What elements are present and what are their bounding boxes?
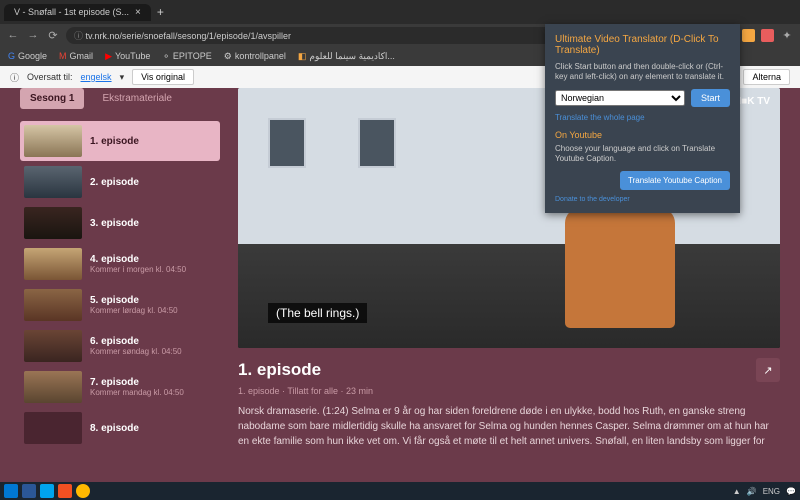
bookmark-arabic[interactable]: ◧اكاديمية سينما للعلوم...	[298, 51, 395, 62]
close-icon[interactable]: ×	[135, 7, 141, 18]
bookmark-gmail[interactable]: MGmail	[59, 51, 93, 61]
episode-title: 1. episode	[90, 136, 216, 147]
episode-item[interactable]: 8. episode	[20, 408, 220, 448]
episode-item[interactable]: 2. episode	[20, 162, 220, 202]
episode-title: 2. episode	[90, 177, 216, 188]
episode-description: Norsk dramaserie. (1:24) Selma er 9 år o…	[238, 404, 780, 449]
browser-tab-strip: V - Snøfall - 1st episode (S... × +	[0, 0, 800, 24]
back-icon[interactable]: ←	[6, 29, 20, 41]
translate-page-link[interactable]: Translate the whole page	[555, 113, 730, 122]
episode-subtitle: Kommer lørdag kl. 04:50	[90, 306, 216, 315]
taskbar-app-icon[interactable]	[22, 484, 36, 498]
translate-youtube-button[interactable]: Translate Youtube Caption	[620, 171, 730, 190]
tab-title: V - Snøfall - 1st episode (S...	[14, 7, 129, 17]
taskbar-app-icon[interactable]	[40, 484, 54, 498]
episode-thumbnail	[24, 289, 82, 321]
video-caption: (The bell rings.)	[268, 303, 367, 323]
language-select[interactable]: Norwegian	[555, 90, 685, 106]
translate-icon: ⓘ	[10, 71, 19, 84]
episode-title: 5. episode	[90, 295, 216, 306]
extension-instruction: Click Start button and then double-click…	[555, 62, 730, 83]
chrome-icon[interactable]	[76, 484, 90, 498]
episode-thumbnail	[24, 248, 82, 280]
episode-item[interactable]: 6. episodeKommer søndag kl. 04:50	[20, 326, 220, 366]
episode-list: 1. episode 2. episode 3. episode 4. epis…	[20, 121, 220, 448]
dropdown-icon[interactable]: ▾	[120, 72, 125, 83]
reload-icon[interactable]: ⟳	[46, 29, 60, 42]
youtube-heading: On Youtube	[555, 130, 730, 140]
notification-icon[interactable]: 💬	[786, 487, 796, 496]
bookmark-kontrollpanel[interactable]: ⚙kontrollpanel	[224, 51, 286, 62]
episode-item[interactable]: 7. episodeKommer mandag kl. 04:50	[20, 367, 220, 407]
episode-subtitle: Kommer mandag kl. 04:50	[90, 388, 216, 397]
extension-icon[interactable]	[761, 29, 774, 42]
episode-item[interactable]: 3. episode	[20, 203, 220, 243]
episode-title: 3. episode	[90, 218, 216, 229]
episode-title: 8. episode	[90, 423, 216, 434]
extension-title: Ultimate Video Translator (D-Click To Tr…	[555, 34, 730, 56]
language-indicator[interactable]: ENG	[763, 487, 780, 496]
tab-season[interactable]: Sesong 1	[20, 88, 84, 109]
episode-subtitle: Kommer søndag kl. 04:50	[90, 347, 216, 356]
episode-title: 4. episode	[90, 254, 216, 265]
episode-subtitle: Kommer i morgen kl. 04:50	[90, 265, 216, 274]
episode-title: 6. episode	[90, 336, 216, 347]
browser-tab[interactable]: V - Snøfall - 1st episode (S... ×	[4, 4, 151, 21]
episode-thumbnail	[24, 371, 82, 403]
taskbar-app-icon[interactable]	[58, 484, 72, 498]
episode-thumbnail	[24, 166, 82, 198]
new-tab-icon[interactable]: +	[157, 5, 164, 19]
start-icon[interactable]	[4, 484, 18, 498]
episode-thumbnail	[24, 330, 82, 362]
page-title: 1. episode	[238, 360, 321, 380]
puzzle-icon[interactable]: ✦	[780, 29, 794, 42]
episode-thumbnail	[24, 207, 82, 239]
episode-item[interactable]: 5. episodeKommer lørdag kl. 04:50	[20, 285, 220, 325]
forward-icon[interactable]: →	[26, 29, 40, 41]
windows-taskbar: ▲ 🔊 ENG 💬	[0, 482, 800, 500]
alternatives-button[interactable]: Alterna	[743, 69, 790, 85]
bookmark-epitope[interactable]: ⚬EPITOPE	[162, 51, 211, 62]
episode-item[interactable]: 4. episodeKommer i morgen kl. 04:50	[20, 244, 220, 284]
tray-icon[interactable]: 🔊	[747, 487, 757, 496]
extension-icon[interactable]	[742, 29, 755, 42]
show-original-button[interactable]: Vis original	[132, 69, 194, 85]
sidebar: Sesong 1 Ekstramateriale 1. episode 2. e…	[20, 88, 220, 482]
episode-thumbnail	[24, 125, 82, 157]
episode-thumbnail	[24, 412, 82, 444]
episode-meta: 1. episode · Tillatt for alle · 23 min	[238, 386, 780, 396]
bookmark-google[interactable]: GGoogle	[8, 51, 47, 61]
youtube-text: Choose your language and click on Transl…	[555, 144, 730, 165]
extension-popup: Ultimate Video Translator (D-Click To Tr…	[545, 24, 740, 213]
episode-title: 7. episode	[90, 377, 216, 388]
tab-extra[interactable]: Ekstramateriale	[92, 88, 181, 109]
bookmark-youtube[interactable]: ▶YouTube	[105, 51, 150, 62]
tray-icon[interactable]: ▲	[733, 487, 741, 496]
translate-label: Oversatt til:	[27, 72, 73, 82]
episode-item[interactable]: 1. episode	[20, 121, 220, 161]
donate-link[interactable]: Donate to the developer	[555, 196, 730, 203]
start-button[interactable]: Start	[691, 89, 730, 107]
translate-lang-link[interactable]: engelsk	[81, 72, 112, 82]
share-button[interactable]: ↗	[756, 358, 780, 382]
